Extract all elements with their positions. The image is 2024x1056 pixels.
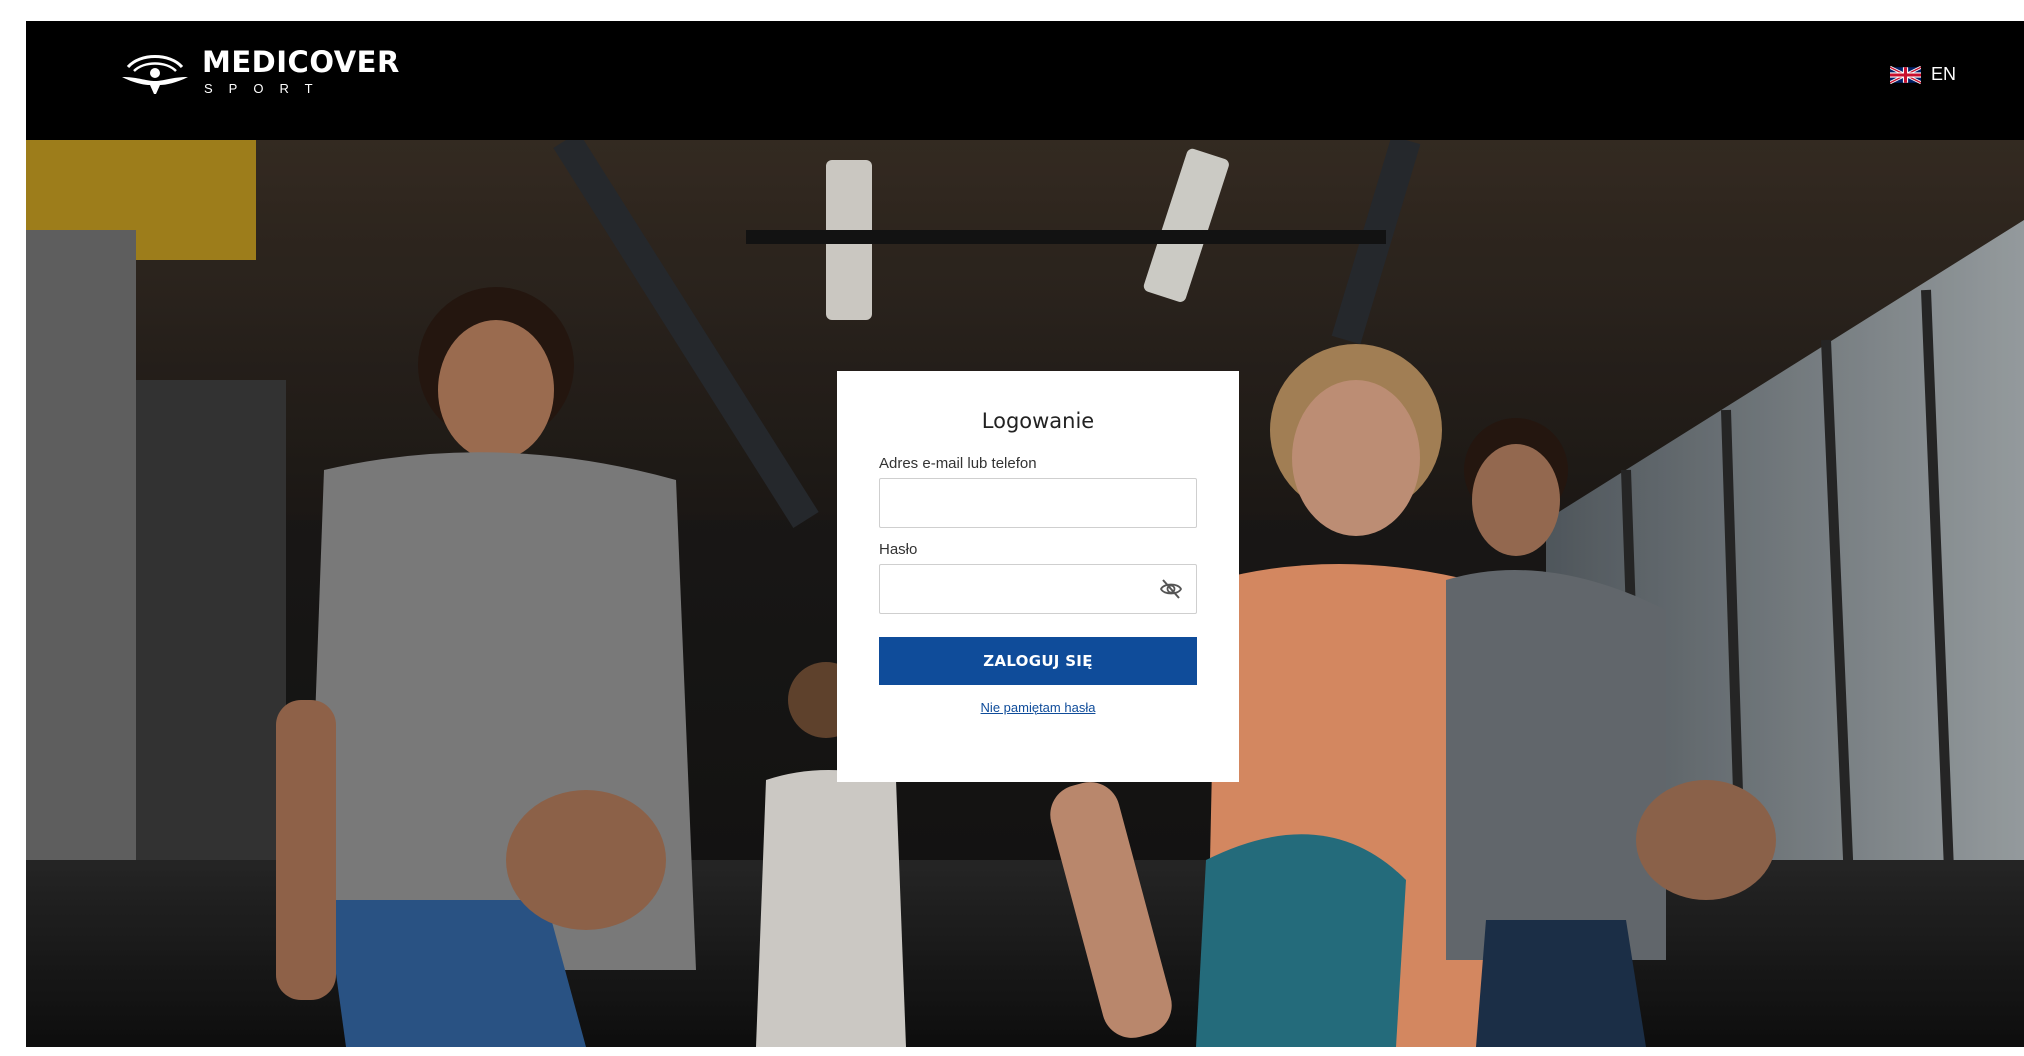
login-title: Logowanie: [981, 409, 1095, 433]
eye-slash-icon[interactable]: [1159, 578, 1183, 600]
uk-flag-icon: [1889, 65, 1921, 84]
email-input[interactable]: [879, 478, 1197, 528]
password-input[interactable]: [879, 564, 1197, 614]
brand-subtitle: SPORT: [204, 80, 329, 96]
language-switcher[interactable]: EN: [1889, 64, 1956, 85]
language-label: EN: [1930, 64, 1956, 84]
top-bar: MEDICOVER SPORT EN: [26, 21, 2024, 140]
email-label: Adres e-mail lub telefon: [879, 455, 1037, 472]
page-frame: MEDICOVER SPORT EN Logowanie Adres e-mai…: [26, 21, 2024, 1047]
password-label: Hasło: [879, 541, 918, 558]
medicover-figure-icon: [122, 55, 188, 94]
login-button[interactable]: ZALOGUJ SIĘ: [879, 637, 1197, 685]
brand-name: MEDICOVER: [202, 44, 400, 79]
email-field-wrapper: [879, 478, 1197, 528]
brand-logo[interactable]: MEDICOVER SPORT: [120, 47, 400, 95]
forgot-password-link[interactable]: Nie pamiętam hasła: [879, 700, 1197, 715]
login-card: Logowanie Adres e-mail lub telefon Hasło…: [837, 371, 1239, 782]
password-field-wrapper: [879, 564, 1197, 614]
